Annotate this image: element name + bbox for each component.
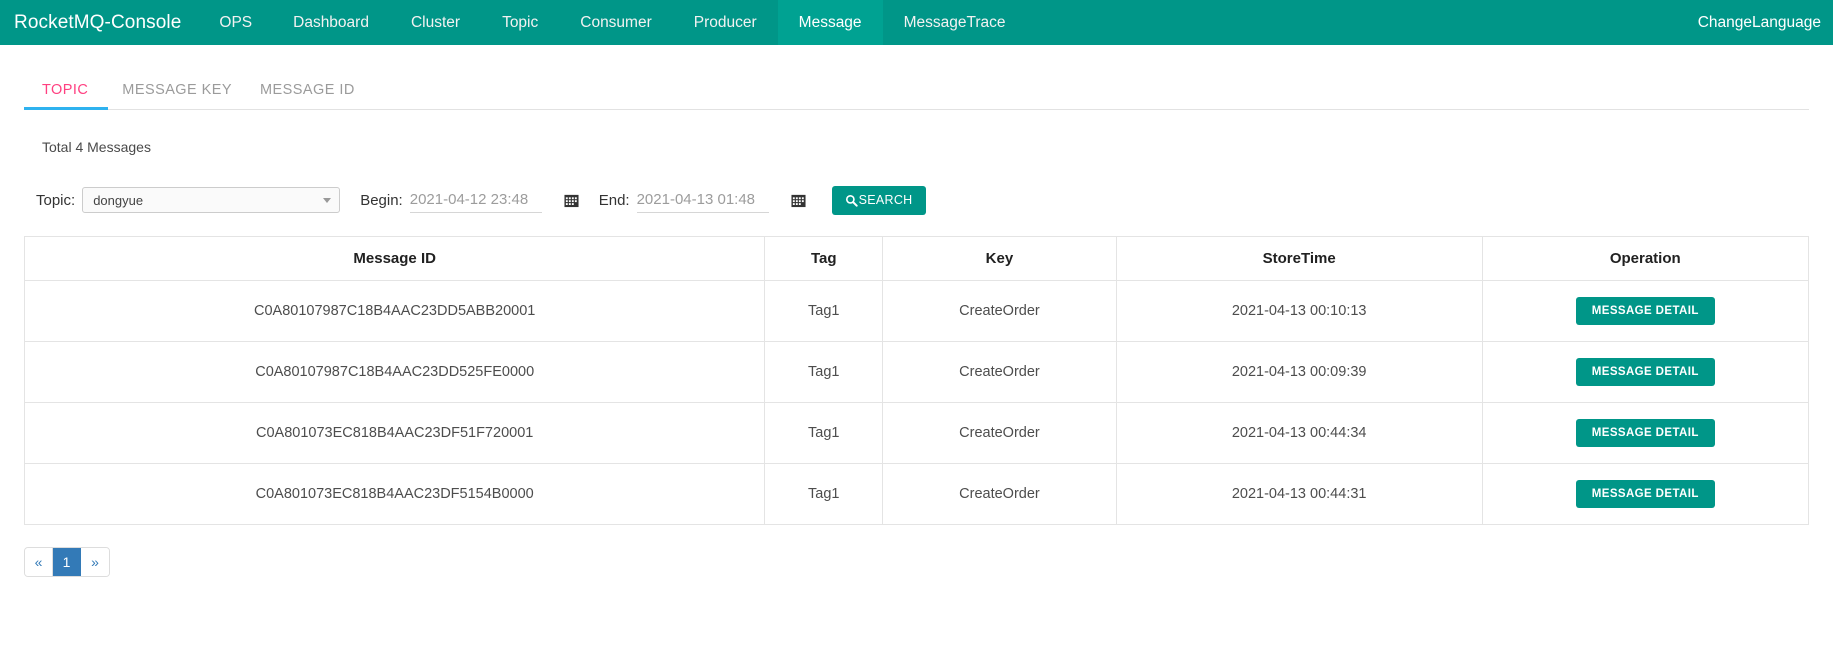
messages-table: Message ID Tag Key StoreTime Operation C… [24, 236, 1809, 525]
cell-message-id: C0A80107987C18B4AAC23DD5ABB20001 [24, 280, 766, 342]
tab-list: TOPIC MESSAGE KEY MESSAGE ID [24, 72, 1809, 110]
begin-label: Begin: [360, 191, 403, 209]
column-header-key: Key [882, 236, 1117, 281]
pagination-next-button[interactable]: » [81, 548, 109, 576]
table-header-row: Message ID Tag Key StoreTime Operation [24, 236, 1809, 281]
message-detail-button[interactable]: MESSAGE DETAIL [1575, 297, 1715, 325]
cell-key: CreateOrder [882, 402, 1117, 464]
search-button-label: SEARCH [858, 193, 913, 207]
brand-logo[interactable]: RocketMQ-Console [0, 0, 199, 45]
topic-label: Topic: [36, 191, 76, 209]
cell-store-time: 2021-04-13 00:44:34 [1116, 402, 1483, 464]
nav-item-message[interactable]: Message [777, 0, 883, 45]
table-row: C0A80107987C18B4AAC23DD5ABB20001 Tag1 Cr… [24, 280, 1809, 342]
topic-select-value: dongyue [93, 192, 144, 208]
cell-tag: Tag1 [764, 341, 884, 403]
column-header-tag: Tag [764, 236, 884, 281]
table-head: Message ID Tag Key StoreTime Operation [24, 236, 1809, 281]
nav-item-dashboard[interactable]: Dashboard [272, 0, 390, 45]
total-messages-label: Total 4 Messages [42, 139, 151, 155]
total-messages-section: Total 4 Messages [0, 139, 1833, 155]
pagination: « 1 » [24, 547, 110, 577]
column-header-storetime: StoreTime [1116, 236, 1483, 281]
nav-item-label: Cluster [410, 13, 461, 31]
nav-item-label: MessageTrace [903, 13, 1006, 31]
nav-item-producer[interactable]: Producer [673, 0, 778, 45]
pagination-section: « 1 » [0, 547, 1833, 577]
nav-links: OPS Dashboard Cluster Topic Consumer Pro… [199, 0, 1026, 45]
cell-tag: Tag1 [764, 463, 884, 525]
cell-store-time: 2021-04-13 00:09:39 [1116, 341, 1483, 403]
cell-operation: MESSAGE DETAIL [1482, 280, 1809, 342]
tab-topic[interactable]: TOPIC [24, 82, 109, 110]
nav-item-label: Dashboard [293, 13, 369, 31]
nav-item-consumer[interactable]: Consumer [559, 0, 673, 45]
cell-message-id: C0A801073EC818B4AAC23DF5154B0000 [24, 463, 766, 525]
cell-key: CreateOrder [882, 280, 1117, 342]
tab-message-id[interactable]: MESSAGE ID [246, 82, 369, 109]
table-row: C0A801073EC818B4AAC23DF51F720001 Tag1 Cr… [24, 402, 1809, 464]
pagination-page-1[interactable]: 1 [53, 548, 81, 576]
nav-item-label: OPS [219, 13, 253, 31]
nav-item-messagetrace[interactable]: MessageTrace [883, 0, 1027, 45]
nav-item-label: Producer [693, 13, 757, 31]
cell-key: CreateOrder [882, 341, 1117, 403]
end-date-input[interactable]: 2021-04-13 01:48 [636, 187, 769, 213]
cell-tag: Tag1 [764, 402, 884, 464]
nav-item-label: Topic [502, 13, 539, 31]
message-detail-button[interactable]: MESSAGE DETAIL [1575, 419, 1715, 447]
begin-date-value: 2021-04-12 23:48 [409, 191, 529, 208]
begin-date-input[interactable]: 2021-04-12 23:48 [409, 187, 542, 213]
cell-key: CreateOrder [882, 463, 1117, 525]
cell-operation: MESSAGE DETAIL [1482, 341, 1809, 403]
cell-store-time: 2021-04-13 00:10:13 [1116, 280, 1483, 342]
calendar-icon[interactable] [564, 193, 579, 208]
table-row: C0A80107987C18B4AAC23DD525FE0000 Tag1 Cr… [24, 341, 1809, 403]
nav-item-label: Message [798, 13, 862, 31]
tab-label: TOPIC [42, 82, 89, 98]
change-language-link[interactable]: ChangeLanguage [1686, 0, 1833, 45]
cell-operation: MESSAGE DETAIL [1482, 463, 1809, 525]
tab-label: MESSAGE KEY [122, 82, 233, 98]
message-detail-button[interactable]: MESSAGE DETAIL [1575, 358, 1715, 386]
cell-store-time: 2021-04-13 00:44:31 [1116, 463, 1483, 525]
tab-message-key[interactable]: MESSAGE KEY [108, 82, 246, 109]
nav-item-label: Consumer [580, 13, 652, 31]
nav-item-ops[interactable]: OPS [199, 0, 272, 45]
begin-date-group: Begin: 2021-04-12 23:48 [360, 187, 579, 213]
column-header-operation: Operation [1482, 236, 1809, 281]
tabs-section: TOPIC MESSAGE KEY MESSAGE ID [0, 72, 1833, 110]
cell-message-id: C0A801073EC818B4AAC23DF51F720001 [24, 402, 766, 464]
calendar-icon[interactable] [791, 193, 806, 208]
search-button[interactable]: SEARCH [831, 185, 926, 215]
top-navbar: RocketMQ-Console OPS Dashboard Cluster T… [0, 0, 1833, 45]
filter-bar: Topic: dongyue Begin: 2021-04-12 23:48 E… [0, 183, 1833, 217]
cell-operation: MESSAGE DETAIL [1482, 402, 1809, 464]
tab-label: MESSAGE ID [260, 82, 355, 98]
chevron-down-icon [323, 198, 332, 203]
cell-tag: Tag1 [764, 280, 884, 342]
messages-table-section: Message ID Tag Key StoreTime Operation C… [0, 236, 1833, 525]
end-label: End: [598, 191, 630, 209]
end-date-group: End: 2021-04-13 01:48 [599, 187, 806, 213]
message-detail-button[interactable]: MESSAGE DETAIL [1575, 480, 1715, 508]
pagination-prev-button[interactable]: « [25, 548, 53, 576]
nav-item-topic[interactable]: Topic [481, 0, 559, 45]
search-icon [845, 194, 858, 207]
cell-message-id: C0A80107987C18B4AAC23DD525FE0000 [24, 341, 766, 403]
table-body: C0A80107987C18B4AAC23DD5ABB20001 Tag1 Cr… [24, 280, 1809, 525]
table-row: C0A801073EC818B4AAC23DF5154B0000 Tag1 Cr… [24, 463, 1809, 525]
nav-item-cluster[interactable]: Cluster [390, 0, 481, 45]
end-date-value: 2021-04-13 01:48 [636, 191, 756, 208]
column-header-message-id: Message ID [24, 236, 766, 281]
topic-select[interactable]: dongyue [82, 187, 341, 213]
